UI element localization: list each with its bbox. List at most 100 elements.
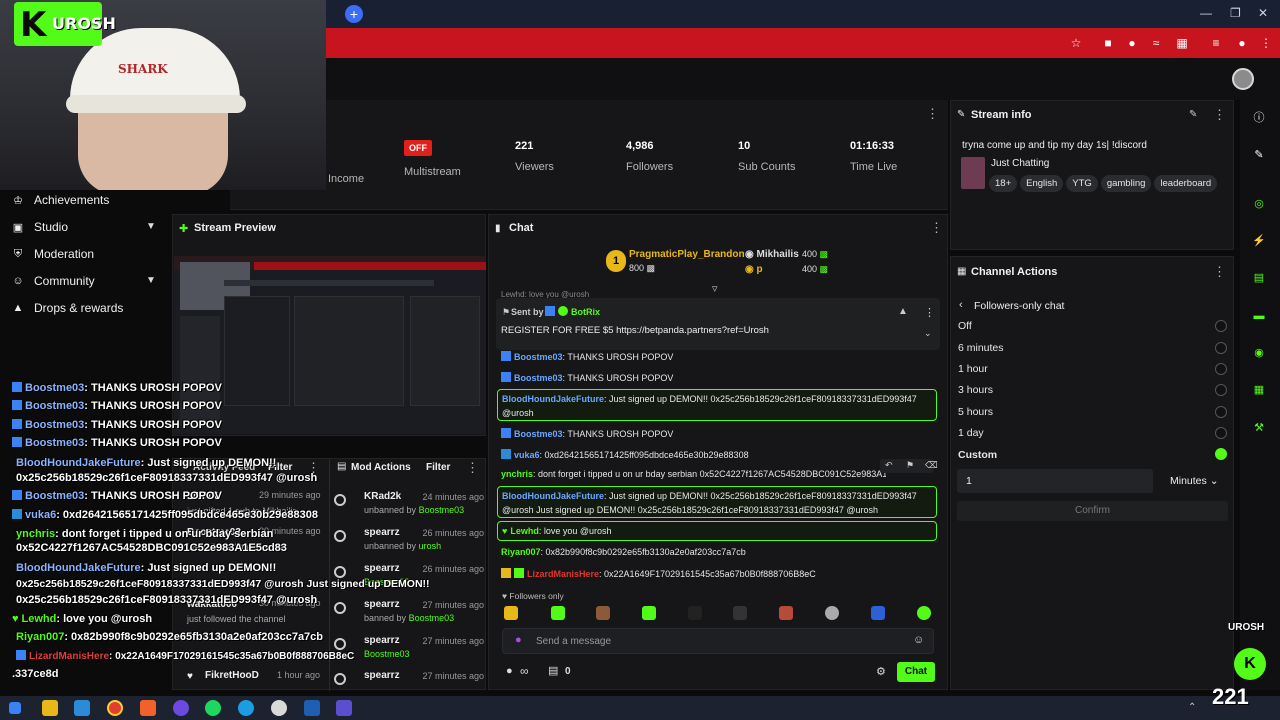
tag[interactable]: YTG — [1066, 175, 1098, 192]
app-icon[interactable] — [336, 700, 352, 716]
radio-1-day[interactable] — [1215, 427, 1227, 439]
emote-icon[interactable] — [871, 606, 885, 620]
infinity-icon[interactable]: ∞ — [520, 664, 529, 678]
broadcast-icon[interactable]: ◉ — [1250, 344, 1268, 362]
option-5-hours[interactable]: 5 hours — [958, 406, 993, 418]
emoji-icon[interactable]: ☺ — [913, 634, 924, 646]
chat-bubble-icon[interactable]: ▬ — [1250, 307, 1268, 325]
stream-info-menu-icon[interactable]: ⋮ — [1213, 107, 1226, 123]
pinned-menu-icon[interactable]: ⋮ — [924, 306, 935, 319]
tag[interactable]: gambling — [1100, 175, 1152, 192]
maximize-icon[interactable]: ❐ — [1230, 6, 1241, 20]
pin-toggle-icon[interactable]: ▲ — [898, 306, 908, 317]
edge-icon[interactable] — [238, 700, 254, 716]
option-6-minutes[interactable]: 6 minutes — [958, 342, 1004, 354]
pin-icon[interactable]: ⚑ — [906, 460, 914, 471]
stats-menu-icon[interactable]: ⋮ — [926, 106, 939, 122]
tag[interactable]: 18+ — [989, 175, 1018, 192]
edit-icon[interactable]: ✎ — [1189, 109, 1197, 120]
info-icon[interactable]: ⓘ — [1250, 109, 1268, 127]
extension-icon[interactable]: ● — [1124, 35, 1140, 51]
send-chat-button[interactable]: Chat — [897, 662, 935, 682]
tag[interactable]: leaderboard — [1154, 175, 1218, 192]
chevron-down-icon[interactable]: ▼ — [146, 221, 156, 232]
chevron-down-icon[interactable]: ⌄ — [924, 328, 932, 339]
sidebar-item-achievements[interactable]: ♔ Achievements — [12, 193, 109, 207]
community-icon[interactable]: ● — [506, 665, 513, 677]
emote-icon[interactable] — [551, 606, 565, 620]
sidebar-item-community[interactable]: ☺ Community — [12, 274, 94, 288]
confirm-button[interactable]: Confirm — [957, 501, 1228, 521]
focus-icon[interactable]: ◎ — [1250, 195, 1268, 213]
category-name[interactable]: Just Chatting — [991, 158, 1049, 169]
emote-icon[interactable] — [596, 606, 610, 620]
minimize-icon[interactable]: — — [1200, 6, 1212, 20]
delete-icon[interactable]: ⌫ — [925, 460, 938, 471]
emote-icon[interactable] — [779, 606, 793, 620]
back-chevron-icon[interactable]: ‹ — [959, 299, 963, 311]
chrome-icon[interactable] — [107, 700, 123, 716]
emote-icon[interactable] — [688, 606, 702, 620]
microphone-icon[interactable]: ● — [515, 634, 522, 646]
radio-custom[interactable] — [1215, 448, 1227, 460]
brave-icon[interactable] — [140, 700, 156, 716]
duration-unit-select[interactable]: Minutes ⌄ — [1170, 475, 1219, 487]
gifter-two[interactable]: ◉ Mikhailis — [745, 249, 799, 260]
mod-menu-icon[interactable]: ⋮ — [466, 460, 479, 476]
emote-icon[interactable] — [642, 606, 656, 620]
close-icon[interactable]: ✕ — [1258, 6, 1268, 20]
expand-icon[interactable]: ✚ — [179, 222, 188, 235]
sidebar-item-studio[interactable]: ▣ Studio — [12, 220, 68, 234]
emote-icon[interactable] — [733, 606, 747, 620]
emote-icon[interactable] — [917, 606, 931, 620]
radio-5-hours[interactable] — [1215, 406, 1227, 418]
sidebar-item-drops[interactable]: ▲ Drops & rewards — [12, 301, 124, 315]
extensions-puzzle-icon[interactable]: ▦ — [1174, 35, 1190, 51]
app-icon[interactable] — [304, 700, 320, 716]
tag[interactable]: English — [1020, 175, 1064, 192]
custom-duration-input[interactable]: 1 — [957, 469, 1153, 493]
collapse-pinned-icon[interactable]: ▿ — [712, 282, 718, 295]
option-3-hours[interactable]: 3 hours — [958, 384, 993, 396]
start-icon[interactable] — [9, 702, 21, 714]
chat-settings-icon[interactable]: ⚙ — [876, 665, 886, 678]
extension-shield-icon[interactable]: ■ — [1100, 35, 1116, 51]
menu-list-icon[interactable]: ≡ — [1208, 35, 1224, 51]
channel-actions-menu-icon[interactable]: ⋮ — [1213, 264, 1226, 280]
mod-filter-button[interactable]: Filter — [426, 462, 450, 473]
option-off[interactable]: Off — [958, 320, 972, 332]
extension-wave-icon[interactable]: ≈ — [1148, 35, 1164, 51]
new-tab-button[interactable]: + — [345, 5, 363, 23]
pencil-icon[interactable]: ✎ — [1250, 146, 1268, 164]
radio-6-minutes[interactable] — [1215, 342, 1227, 354]
option-custom[interactable]: Custom — [958, 449, 997, 461]
chat-menu-icon[interactable]: ⋮ — [930, 220, 943, 236]
sidebar-item-moderation[interactable]: ⛨ Moderation — [12, 247, 94, 261]
file-explorer-icon[interactable] — [42, 700, 58, 716]
profile-icon[interactable]: ● — [1234, 35, 1250, 51]
document-icon[interactable]: ▤ — [1250, 269, 1268, 287]
spotify-icon[interactable] — [205, 700, 221, 716]
radio-off[interactable] — [1215, 320, 1227, 332]
discord-icon[interactable] — [173, 700, 189, 716]
layout-icon[interactable]: ▦ — [1250, 381, 1268, 399]
browser-menu-icon[interactable]: ⋮ — [1258, 35, 1274, 51]
reply-icon[interactable]: ↶ — [885, 460, 893, 471]
store-icon[interactable]: ▤ — [548, 664, 558, 677]
avatar[interactable] — [1232, 68, 1254, 90]
option-1-hour[interactable]: 1 hour — [958, 363, 988, 375]
radio-3-hours[interactable] — [1215, 384, 1227, 396]
tray-chevron-icon[interactable]: ⌃ — [1188, 702, 1196, 713]
obs-icon[interactable] — [271, 700, 287, 716]
chat-input[interactable]: ● Send a message ☺ — [502, 628, 934, 654]
wrench-icon[interactable]: ⚒ — [1250, 419, 1268, 437]
option-1-day[interactable]: 1 day — [958, 427, 984, 439]
radio-1-hour[interactable] — [1215, 363, 1227, 375]
lightning-icon[interactable]: ⚡ — [1250, 232, 1268, 250]
steam-icon[interactable] — [74, 700, 90, 716]
emote-icon[interactable] — [825, 606, 839, 620]
chevron-down-icon[interactable]: ▼ — [146, 275, 156, 286]
gifter-three[interactable]: ◉ p — [745, 264, 763, 275]
bookmark-star-icon[interactable]: ☆ — [1068, 35, 1084, 51]
top-gifter-name[interactable]: PragmaticPlay_Brandon — [629, 249, 745, 260]
